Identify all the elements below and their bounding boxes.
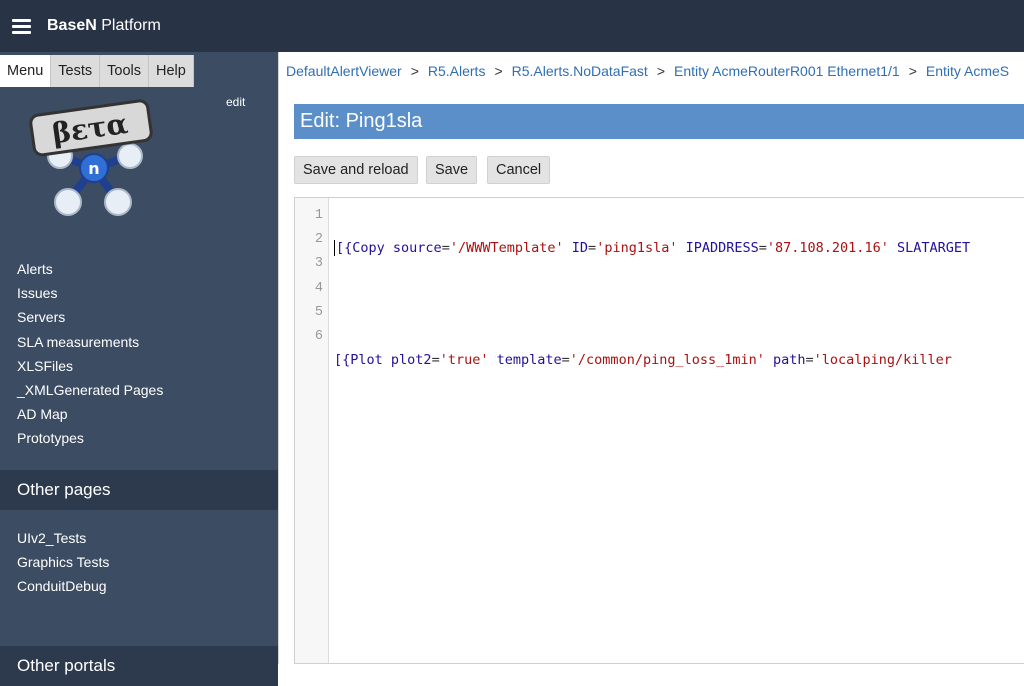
text-cursor <box>334 240 335 256</box>
line-number: 6 <box>314 328 323 344</box>
sidebar-item-issues[interactable]: Issues <box>17 281 163 305</box>
line-number: 1 <box>314 208 323 223</box>
save-and-reload-button[interactable]: Save and reload <box>294 156 418 184</box>
main-content: DefaultAlertViewer > R5.Alerts > R5.Alerts.N… <box>278 52 1024 664</box>
save-button[interactable]: Save <box>426 156 478 184</box>
sidebar-item-xlsfiles[interactable]: XLSFiles <box>17 354 163 378</box>
sidebar-item-uiv2-tests[interactable]: UIv2_Tests <box>17 526 109 550</box>
cancel-button[interactable]: Cancel <box>487 156 551 184</box>
line-number-gutter: 1 2 3 4 5 6 <box>295 198 329 663</box>
breadcrumb-item[interactable]: Entity AcmeRouterR001 Ethernet1/1 <box>674 63 900 79</box>
page-title: Edit: Ping1sla <box>294 104 1024 139</box>
sidebar-item-prototypes[interactable]: Prototypes <box>17 426 163 450</box>
sidebar-item-sla-measurements[interactable]: SLA measurements <box>17 330 163 354</box>
sidebar-tabs: Menu Tests Tools Help <box>0 55 194 87</box>
code-content[interactable]: [{Copy source='/WWWTemplate' ID='ping1sl… <box>334 204 970 573</box>
line-number: 2 <box>314 232 323 248</box>
tab-tools[interactable]: Tools <box>100 55 149 87</box>
other-portals-header: Other portals <box>0 646 278 686</box>
sidebar: Menu Tests Tools Help edit βετα n Alerts… <box>0 52 278 686</box>
svg-text:n: n <box>88 159 99 178</box>
breadcrumb-separator: > <box>410 63 419 79</box>
code-line-3: [{Plot plot2='true' template='/common/pi… <box>334 352 952 369</box>
breadcrumb-item[interactable]: Entity AcmeS <box>926 63 1009 79</box>
line-number: 4 <box>314 280 323 296</box>
brand-title: BaseN Platform <box>47 17 161 34</box>
line-number: 5 <box>314 304 323 320</box>
tab-menu[interactable]: Menu <box>0 55 52 87</box>
sidebar-item-ad-map[interactable]: AD Map <box>17 402 163 426</box>
breadcrumb: DefaultAlertViewer > R5.Alerts > R5.Alerts.N… <box>286 63 1009 79</box>
sidebar-nav: Alerts Issues Servers SLA measurements X… <box>17 257 163 451</box>
breadcrumb-separator: > <box>494 63 503 79</box>
breadcrumb-item[interactable]: R5.Alerts.NoDataFast <box>512 63 648 79</box>
tab-tests[interactable]: Tests <box>51 55 101 87</box>
breadcrumb-item[interactable]: DefaultAlertViewer <box>286 63 402 79</box>
code-line-1: [{Copy source='/WWWTemplate' ID='ping1sl… <box>334 240 971 256</box>
sidebar-item-graphics-tests[interactable]: Graphics Tests <box>17 550 109 574</box>
beta-logo: βετα n <box>29 99 153 216</box>
sidebar-item-alerts[interactable]: Alerts <box>17 257 163 281</box>
other-pages-nav: UIv2_Tests Graphics Tests ConduitDebug <box>17 526 109 599</box>
line-number: 3 <box>314 256 323 272</box>
sidebar-item-conduitdebug[interactable]: ConduitDebug <box>17 574 109 598</box>
sidebar-edit-link[interactable]: edit <box>226 95 245 109</box>
hamburger-menu-icon[interactable] <box>12 18 31 34</box>
tab-help[interactable]: Help <box>148 55 194 87</box>
breadcrumb-separator: > <box>656 63 665 79</box>
sidebar-item-servers[interactable]: Servers <box>17 305 163 329</box>
code-editor[interactable]: 1 2 3 4 5 6 [{Copy source='/WWWTemplate'… <box>294 197 1024 664</box>
breadcrumb-item[interactable]: R5.Alerts <box>428 63 486 79</box>
breadcrumb-separator: > <box>908 63 917 79</box>
top-bar: BaseN Platform <box>0 0 1024 52</box>
other-pages-header: Other pages <box>0 470 278 510</box>
sidebar-item-xmlgenerated-pages[interactable]: _XMLGenerated Pages <box>17 378 163 402</box>
